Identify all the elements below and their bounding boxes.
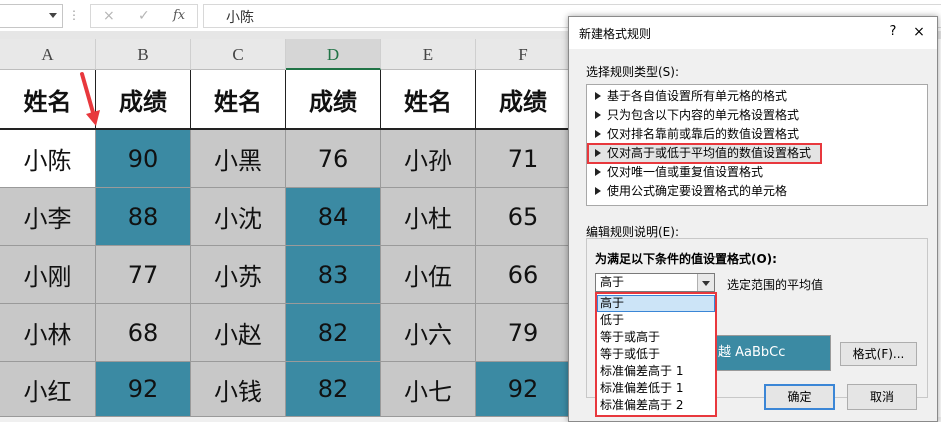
close-icon[interactable]: × (910, 23, 928, 41)
header-cell-name[interactable]: 姓名 (381, 70, 476, 130)
column-header-e[interactable]: E (381, 39, 476, 70)
table-cell[interactable]: 82 (286, 362, 381, 417)
formula-buttons: × ✓ fx (90, 4, 198, 28)
column-header-d[interactable]: D (286, 39, 381, 70)
table-cell[interactable]: 小黑 (191, 130, 286, 188)
rule-type-item[interactable]: 只为包含以下内容的单元格设置格式 (588, 106, 926, 125)
check-icon[interactable]: ✓ (138, 7, 150, 25)
chevron-down-icon[interactable] (697, 274, 714, 291)
triangle-right-icon (595, 130, 601, 138)
triangle-right-icon (595, 111, 601, 119)
rule-type-item-selected[interactable]: 仅对高于或低于平均值的数值设置格式 (587, 143, 822, 164)
name-box[interactable] (0, 4, 63, 28)
above-below-dropdown-list[interactable]: 高于 低于 等于或高于 等于或低于 标准偏差高于 1 标准偏差低于 1 标准偏差… (595, 292, 717, 417)
dialog-title: 新建格式规则 (579, 27, 652, 41)
rule-type-text: 仅对排名靠前或靠后的数值设置格式 (607, 127, 800, 141)
table-cell[interactable]: 小红 (0, 362, 96, 417)
rule-type-list[interactable]: 基于各自值设置所有单元格的格式 只为包含以下内容的单元格设置格式 仅对排名靠前或… (586, 84, 928, 206)
format-preview: 越 AaBbCc (709, 335, 831, 371)
column-header-c[interactable]: C (191, 39, 286, 70)
red-arrow-icon (80, 72, 100, 126)
rule-type-item[interactable]: 基于各自值设置所有单元格的格式 (588, 87, 926, 106)
table-cell[interactable]: 82 (286, 304, 381, 362)
rule-type-text: 使用公式确定要设置格式的单元格 (607, 184, 788, 198)
dropdown-option[interactable]: 标准偏差高于 1 (597, 363, 715, 380)
table-cell[interactable]: 84 (286, 188, 381, 246)
above-below-select[interactable]: 高于 (595, 273, 715, 292)
table-cell[interactable]: 90 (96, 130, 191, 188)
rule-type-label: 选择规则类型(S): (586, 65, 680, 79)
column-header-b[interactable]: B (96, 39, 191, 70)
table-cell[interactable]: 小杜 (381, 188, 476, 246)
chevron-down-icon[interactable] (49, 13, 57, 18)
table-cell[interactable]: 92 (96, 362, 191, 417)
table-cell[interactable]: 小苏 (191, 246, 286, 304)
rule-type-text: 仅对高于或低于平均值的数值设置格式 (607, 146, 812, 160)
table-cell[interactable]: 76 (286, 130, 381, 188)
triangle-right-icon (595, 149, 601, 157)
header-cell-name[interactable]: 姓名 (191, 70, 286, 130)
table-cell[interactable]: 92 (476, 362, 571, 417)
table-cell[interactable]: 小赵 (191, 304, 286, 362)
table-cell[interactable]: 小钱 (191, 362, 286, 417)
format-button[interactable]: 格式(F)... (840, 342, 917, 366)
table-cell[interactable]: 小六 (381, 304, 476, 362)
table-cell[interactable]: 79 (476, 304, 571, 362)
triangle-right-icon (595, 168, 601, 176)
dropdown-option[interactable]: 等于或高于 (597, 329, 715, 346)
help-icon[interactable]: ? (884, 23, 902, 41)
dropdown-option[interactable]: 低于 (597, 312, 715, 329)
column-header-f[interactable]: F (476, 39, 571, 70)
table-cell[interactable]: 83 (286, 246, 381, 304)
table-cell[interactable]: 77 (96, 246, 191, 304)
dropdown-option[interactable]: 标准偏差高于 2 (597, 397, 715, 414)
triangle-right-icon (595, 92, 601, 100)
table-cell[interactable]: 68 (96, 304, 191, 362)
new-format-rule-dialog: 新建格式规则 ? × 选择规则类型(S): 基于各自值设置所有单元格的格式 只为… (568, 16, 938, 422)
header-cell-score[interactable]: 成绩 (96, 70, 191, 130)
table-cell[interactable]: 小刚 (0, 246, 96, 304)
table-cell[interactable]: 71 (476, 130, 571, 188)
cancel-icon[interactable]: × (103, 7, 115, 25)
triangle-right-icon (595, 187, 601, 195)
dialog-titlebar: 新建格式规则 ? × (569, 17, 937, 49)
rule-type-text: 只为包含以下内容的单元格设置格式 (607, 108, 800, 122)
table-cell[interactable]: 小李 (0, 188, 96, 246)
table-cell[interactable]: 88 (96, 188, 191, 246)
ok-button[interactable]: 确定 (764, 384, 835, 410)
table-cell[interactable]: 小伍 (381, 246, 476, 304)
select-value: 高于 (600, 275, 625, 289)
rule-type-item[interactable]: 使用公式确定要设置格式的单元格 (588, 182, 926, 201)
header-cell-score[interactable]: 成绩 (286, 70, 381, 130)
condition-label: 为满足以下条件的值设置格式(O): (595, 252, 777, 266)
rule-type-text: 仅对唯一值或重复值设置格式 (607, 165, 764, 179)
dropdown-option[interactable]: 等于或低于 (597, 346, 715, 363)
cancel-button[interactable]: 取消 (847, 384, 917, 410)
column-header-a[interactable]: A (0, 39, 96, 70)
range-average-text: 选定范围的平均值 (727, 278, 824, 292)
drag-handle-icon[interactable]: ⋮ (68, 6, 80, 24)
table-cell[interactable]: 66 (476, 246, 571, 304)
header-cell-score[interactable]: 成绩 (476, 70, 571, 130)
table-cell[interactable]: 小七 (381, 362, 476, 417)
table-cell[interactable]: 小陈 (0, 130, 96, 188)
dropdown-option[interactable]: 高于 (597, 295, 715, 312)
table-cell[interactable]: 小孙 (381, 130, 476, 188)
table-cell[interactable]: 小林 (0, 304, 96, 362)
formula-text: 小陈 (226, 10, 254, 26)
rule-type-item[interactable]: 仅对排名靠前或靠后的数值设置格式 (588, 125, 926, 144)
table-cell[interactable]: 小沈 (191, 188, 286, 246)
dropdown-option[interactable]: 标准偏差低于 1 (597, 380, 715, 397)
rule-type-item[interactable]: 仅对唯一值或重复值设置格式 (588, 163, 926, 182)
insert-function-icon[interactable]: fx (173, 7, 185, 25)
table-cell[interactable]: 65 (476, 188, 571, 246)
rule-type-text: 基于各自值设置所有单元格的格式 (607, 89, 788, 103)
